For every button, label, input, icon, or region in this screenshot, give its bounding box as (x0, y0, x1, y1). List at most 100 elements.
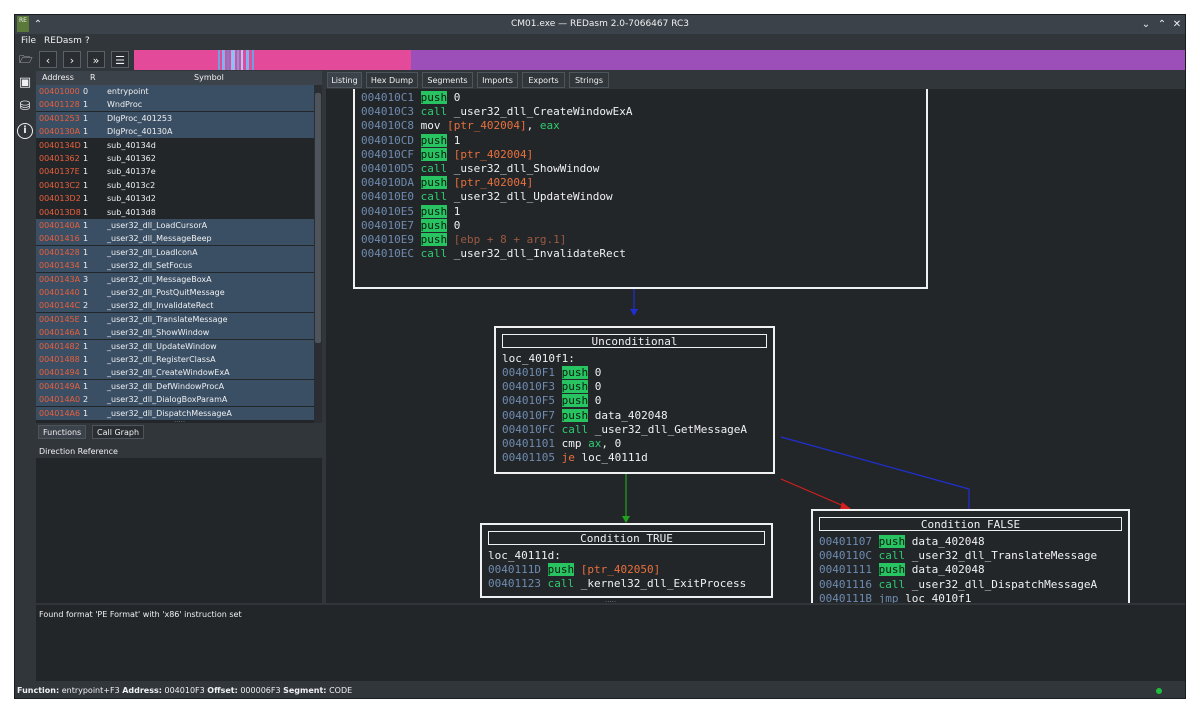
info-icon[interactable]: i (17, 123, 33, 139)
code-line[interactable]: 004010C8 mov [ptr_402004], eax (361, 119, 560, 133)
table-row[interactable]: 0040134D 1 sub_40134d (36, 139, 314, 152)
column-address[interactable]: Address (42, 71, 74, 85)
code-line[interactable]: 004010C3 call _user32_dll_CreateWindowEx… (361, 105, 633, 119)
goto-button[interactable]: » (87, 51, 105, 68)
code-line[interactable]: 004010F7 push data_402048 (502, 408, 668, 423)
tab-imports[interactable]: Imports (477, 72, 518, 88)
open-folder-icon[interactable]: 🗁 (17, 51, 35, 68)
code-block-condition-false[interactable]: Condition FALSE 00401107 push data_40204… (811, 509, 1130, 603)
table-row[interactable]: 00401362 1 sub_401362 (36, 152, 314, 165)
table-row[interactable]: 0040137E 1 sub_40137e (36, 165, 314, 178)
column-r[interactable]: R (90, 71, 96, 85)
instruction-operand: 0 (594, 394, 602, 408)
code-line[interactable]: 004010EC call _user32_dll_InvalidateRect (361, 247, 626, 261)
code-line[interactable]: 00401105 je loc_40111d (502, 451, 648, 465)
table-row[interactable]: 00401416 1 _user32_dll_MessageBeep (36, 232, 314, 246)
table-row[interactable]: 00401488 1 _user32_dll_RegisterClassA (36, 353, 314, 366)
code-line[interactable]: 00401101 cmp ax, 0 (502, 437, 621, 451)
table-row[interactable]: 0040143A 3 _user32_dll_MessageBoxA (36, 272, 314, 286)
instruction-mnemonic: call (561, 422, 589, 436)
code-line[interactable]: 004010E9 push [ebp + 8 + arg.1] (361, 233, 566, 247)
tab-hex-dump[interactable]: Hex Dump (366, 72, 418, 88)
code-line[interactable]: 00401107 push data_402048 (819, 535, 985, 549)
code-line[interactable]: 004010CD push 1 (361, 133, 460, 148)
code-line[interactable]: 004010F1 push 0 (502, 366, 601, 380)
tab-exports[interactable]: Exports (522, 72, 565, 88)
instruction-mnemonic: push (420, 176, 448, 190)
code-line[interactable]: 004010FC call _user32_dll_GetMessageA (502, 423, 747, 437)
tab-call-graph[interactable]: Call Graph (92, 425, 145, 439)
scrollbar-thumb[interactable] (315, 93, 321, 343)
save-icon[interactable]: ▣ (17, 75, 33, 91)
code-line[interactable]: 0040111D push [ptr_402050] (488, 563, 660, 577)
splitter-grip[interactable]: ····· (174, 418, 185, 426)
table-row[interactable]: 00401428 1 _user32_dll_LoadIconA (36, 245, 314, 259)
code-line[interactable]: 00401116 call _user32_dll_DispatchMessag… (819, 578, 1097, 592)
close-icon[interactable]: ✕ (1170, 15, 1184, 34)
table-row[interactable]: 0040149A 1 _user32_dll_DefWindowProcA (36, 379, 314, 393)
table-row[interactable]: 00401253 1 DlgProc_401253 (36, 111, 314, 125)
cell-symbol: _user32_dll_TranslateMessage (107, 314, 228, 324)
column-symbol[interactable]: Symbol (194, 71, 224, 85)
code-line[interactable]: 004010E5 push 1 (361, 204, 460, 219)
symbols-scrollbar[interactable] (314, 85, 322, 423)
code-line[interactable]: 004010C1 push 0 (361, 91, 460, 105)
menu-help[interactable]: ? (85, 34, 90, 49)
tab-strings[interactable]: Strings (569, 72, 609, 88)
code-line[interactable]: 00401111 push data_402048 (819, 563, 985, 577)
cell-symbol: _user32_dll_DialogBoxParamA (107, 395, 228, 405)
code-line[interactable]: 004010CF push [ptr_402004] (361, 147, 533, 162)
tab-listing[interactable]: Listing (327, 72, 362, 88)
graph-view[interactable]: 004010C1 push 0 004010C3 call _user32_dll… (326, 89, 1185, 603)
instruction-operand: 0 (594, 366, 602, 379)
forward-button[interactable]: › (63, 51, 81, 68)
code-line[interactable]: 004010E0 call _user32_dll_UpdateWindow (361, 190, 613, 204)
code-line[interactable]: 00401123 call _kernel32_dll_ExitProcess (488, 577, 746, 591)
status-function-label: Function: (17, 686, 60, 695)
code-line[interactable]: 004010E7 push 0 (361, 218, 460, 233)
minimize-icon[interactable]: ⌄ (1139, 15, 1153, 34)
maximize-icon[interactable]: ⌃ (1155, 15, 1169, 34)
tab-segments[interactable]: Segments (422, 72, 473, 88)
code-line[interactable]: 004010F3 push 0 (502, 380, 601, 394)
code-block-unconditional[interactable]: Unconditional loc_4010f1: 004010F1 push … (494, 326, 775, 474)
code-line[interactable]: 0040111B jmp loc_4010f1 (819, 592, 971, 603)
table-row[interactable]: 004013D8 1 sub_4013d8 (36, 206, 314, 219)
table-row[interactable]: 00401434 1 _user32_dll_SetFocus (36, 259, 314, 273)
code-line[interactable]: 0040110C call _user32_dll_TranslateMessa… (819, 549, 1097, 563)
listing-icon[interactable]: ☰ (111, 51, 129, 68)
table-row[interactable]: 00401482 1 _user32_dll_UpdateWindow (36, 339, 314, 353)
table-row[interactable]: 0040146A 1 _user32_dll_ShowWindow (36, 326, 314, 340)
cell-r: 1 (83, 381, 89, 391)
table-row[interactable]: 00401494 1 _user32_dll_CreateWindowExA (36, 366, 314, 380)
table-row[interactable]: 0040130A 1 DlgProc_40130A (36, 125, 314, 139)
menu-file[interactable]: File (21, 34, 36, 49)
table-row[interactable]: 0040144C 2 _user32_dll_InvalidateRect (36, 299, 314, 313)
cell-address: 00401000 (39, 87, 80, 96)
code-line[interactable]: 004010DA push [ptr_402004] (361, 176, 533, 190)
table-row[interactable]: 004013D2 1 sub_4013d2 (36, 192, 314, 205)
navigation-strip[interactable] (134, 50, 1185, 70)
table-row[interactable]: 00401000 0 entrypoint (36, 85, 314, 98)
code-block-condition-true[interactable]: Condition TRUE loc_40111d: 0040111D push… (480, 523, 773, 598)
table-row[interactable]: 00401440 1 _user32_dll_PostQuitMessage (36, 286, 314, 299)
tab-functions[interactable]: Functions (38, 425, 87, 439)
code-line[interactable]: 004010D5 call _user32_dll_ShowWindow (361, 162, 599, 176)
table-row[interactable]: 0040140A 1 _user32_dll_LoadCursorA (36, 219, 314, 232)
back-button[interactable]: ‹ (39, 51, 57, 68)
table-row[interactable]: 00401128 1 WndProc (36, 98, 314, 112)
table-row[interactable]: 004014A0 2 _user32_dll_DialogBoxParamA (36, 393, 314, 407)
database-icon[interactable]: ⛁ (17, 99, 33, 115)
table-row[interactable]: 0040145E 1 _user32_dll_TranslateMessage (36, 312, 314, 326)
code-line[interactable]: 004010F5 push 0 (502, 394, 601, 408)
table-row[interactable]: 004013C2 1 sub_4013c2 (36, 179, 314, 192)
code-block-top[interactable]: 004010C1 push 0 004010C3 call _user32_dll… (353, 89, 928, 289)
title-bar[interactable]: RE ⌃ CM01.exe — REDasm 2.0-7066467 RC3 ⌄… (15, 15, 1185, 34)
cell-address: 004013D2 (39, 194, 81, 204)
menu-redasm[interactable]: REDasm (44, 34, 82, 49)
